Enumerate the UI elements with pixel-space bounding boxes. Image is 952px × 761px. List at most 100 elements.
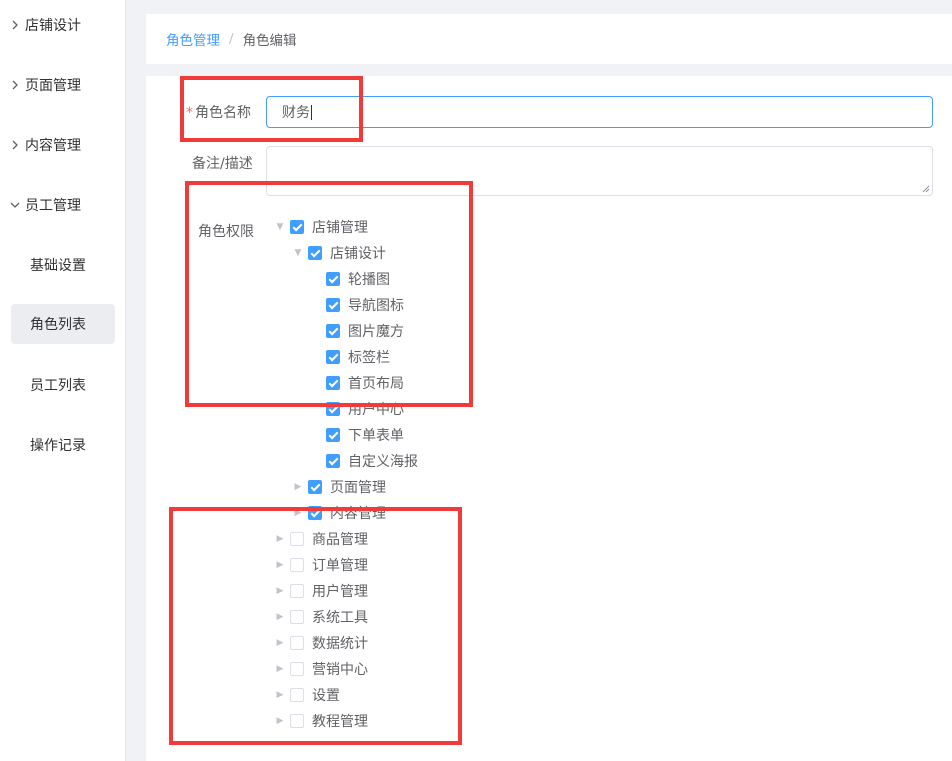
chevron-down-icon xyxy=(6,201,24,209)
tree-node-label: 营销中心 xyxy=(312,662,368,678)
tree-node[interactable]: 导航图标 xyxy=(308,292,404,318)
tree-node[interactable]: 首页布局 xyxy=(308,370,404,396)
sidebar-group-content-management[interactable]: 内容管理 xyxy=(0,125,125,165)
sidebar-item-label: 角色列表 xyxy=(30,317,86,333)
tree-node-label: 系统工具 xyxy=(312,610,368,626)
tree-node-checkbox[interactable] xyxy=(326,350,340,364)
caret-right-icon[interactable]: ▶ xyxy=(290,505,306,521)
role-name-label-text: 角色名称 xyxy=(195,105,251,121)
tree-node[interactable]: 自定义海报 xyxy=(308,448,418,474)
sidebar-group-staff-management[interactable]: 员工管理 xyxy=(0,185,125,225)
caret-right-icon[interactable]: ▶ xyxy=(272,557,288,573)
tree-node[interactable]: ▶ 页面管理 xyxy=(290,474,386,500)
sidebar-item-label: 操作记录 xyxy=(30,438,86,454)
sidebar-group-page-management[interactable]: 页面管理 xyxy=(0,65,125,105)
breadcrumb-separator: / xyxy=(229,31,234,47)
tree-node[interactable]: ▶ 教程管理 xyxy=(272,708,368,734)
tree-node-checkbox[interactable] xyxy=(326,428,340,442)
tree-node-checkbox[interactable] xyxy=(308,480,322,494)
tree-node-checkbox[interactable] xyxy=(290,558,304,572)
tree-node[interactable]: 下单表单 xyxy=(308,422,404,448)
tree-node-label: 店铺设计 xyxy=(330,246,386,262)
caret-right-icon[interactable]: ▶ xyxy=(272,635,288,651)
tree-node-checkbox[interactable] xyxy=(308,246,322,260)
description-textarea[interactable] xyxy=(266,146,933,196)
tree-node[interactable]: ▶ 系统工具 xyxy=(272,604,368,630)
tree-node[interactable]: ▶ 内容管理 xyxy=(290,500,386,526)
sidebar-item-staff-list[interactable]: 员工列表 xyxy=(11,365,115,405)
tree-node-label: 下单表单 xyxy=(348,428,404,444)
breadcrumb: 角色管理 / 角色编辑 xyxy=(146,14,952,64)
tree-node-label: 自定义海报 xyxy=(348,454,418,470)
tree-node-checkbox[interactable] xyxy=(326,454,340,468)
tree-node-checkbox[interactable] xyxy=(290,714,304,728)
caret-right-icon[interactable]: ▶ xyxy=(272,583,288,599)
tree-node[interactable]: ▶ 商品管理 xyxy=(272,526,368,552)
resize-handle-icon[interactable] xyxy=(922,185,930,193)
tree-node-label: 用户中心 xyxy=(348,402,404,418)
caret-right-icon[interactable]: ▶ xyxy=(272,687,288,703)
tree-node[interactable]: 标签栏 xyxy=(308,344,390,370)
tree-node-label: 首页布局 xyxy=(348,376,404,392)
tree-node-checkbox[interactable] xyxy=(326,376,340,390)
sidebar-group-label: 店铺设计 xyxy=(25,18,81,34)
breadcrumb-link-role-management[interactable]: 角色管理 xyxy=(166,29,220,49)
caret-down-icon[interactable]: ▼ xyxy=(290,245,306,261)
tree-node-checkbox[interactable] xyxy=(290,636,304,650)
tree-node[interactable]: ▼ 店铺管理 xyxy=(272,214,368,240)
tree-node-checkbox[interactable] xyxy=(308,506,322,520)
tree-node-checkbox[interactable] xyxy=(290,662,304,676)
tree-node-label: 轮播图 xyxy=(348,272,390,288)
tree-node-checkbox[interactable] xyxy=(326,402,340,416)
tree-node[interactable]: 用户中心 xyxy=(308,396,404,422)
sidebar-item-operation-log[interactable]: 操作记录 xyxy=(11,425,115,465)
sidebar-group-label: 页面管理 xyxy=(25,78,81,94)
sidebar-item-label: 员工列表 xyxy=(30,378,86,394)
tree-node-label: 数据统计 xyxy=(312,636,368,652)
caret-right-icon[interactable]: ▶ xyxy=(272,531,288,547)
caret-right-icon[interactable]: ▶ xyxy=(272,661,288,677)
role-name-input[interactable]: 财务 xyxy=(266,96,933,128)
tree-node-checkbox[interactable] xyxy=(290,220,304,234)
tree-node-checkbox[interactable] xyxy=(326,272,340,286)
tree-node[interactable]: ▶ 用户管理 xyxy=(272,578,368,604)
tree-node[interactable]: ▶ 数据统计 xyxy=(272,630,368,656)
text-caret xyxy=(311,104,312,120)
caret-down-icon[interactable]: ▼ xyxy=(272,219,288,235)
tree-node-checkbox[interactable] xyxy=(326,324,340,338)
tree-node-checkbox[interactable] xyxy=(326,298,340,312)
sidebar-group-label: 内容管理 xyxy=(25,138,81,154)
tree-node-label: 用户管理 xyxy=(312,584,368,600)
tree-node-label: 内容管理 xyxy=(330,506,386,522)
sidebar-item-basic-settings[interactable]: 基础设置 xyxy=(11,245,115,285)
tree-node-checkbox[interactable] xyxy=(290,532,304,546)
tree-node[interactable]: ▼ 店铺设计 xyxy=(290,240,386,266)
tree-node[interactable]: ▶ 订单管理 xyxy=(272,552,368,578)
sidebar-group-shop-design[interactable]: 店铺设计 xyxy=(0,5,125,45)
sidebar-item-role-list[interactable]: 角色列表 xyxy=(11,304,115,344)
tree-node-checkbox[interactable] xyxy=(290,610,304,624)
tree-node-label: 图片魔方 xyxy=(348,324,404,340)
caret-right-icon[interactable]: ▶ xyxy=(272,609,288,625)
tree-node[interactable]: 轮播图 xyxy=(308,266,390,292)
sidebar: 店铺设计 页面管理 内容管理 员工管理 基础设置 角色列表 员工列表 操作记录 xyxy=(0,0,126,761)
required-mark: * xyxy=(186,105,193,121)
tree-node-checkbox[interactable] xyxy=(290,584,304,598)
tree-node-label: 标签栏 xyxy=(348,350,390,366)
tree-node-label: 教程管理 xyxy=(312,714,368,730)
chevron-right-icon xyxy=(6,140,24,150)
caret-right-icon[interactable]: ▶ xyxy=(290,479,306,495)
tree-node[interactable]: ▶ 设置 xyxy=(272,682,340,708)
caret-right-icon[interactable]: ▶ xyxy=(272,713,288,729)
tree-node[interactable]: 图片魔方 xyxy=(308,318,404,344)
role-name-label: * 角色名称 xyxy=(186,102,251,122)
tree-node[interactable]: ▶ 营销中心 xyxy=(272,656,368,682)
role-name-value: 财务 xyxy=(282,105,310,121)
tree-node-checkbox[interactable] xyxy=(290,688,304,702)
tree-node-label: 导航图标 xyxy=(348,298,404,314)
